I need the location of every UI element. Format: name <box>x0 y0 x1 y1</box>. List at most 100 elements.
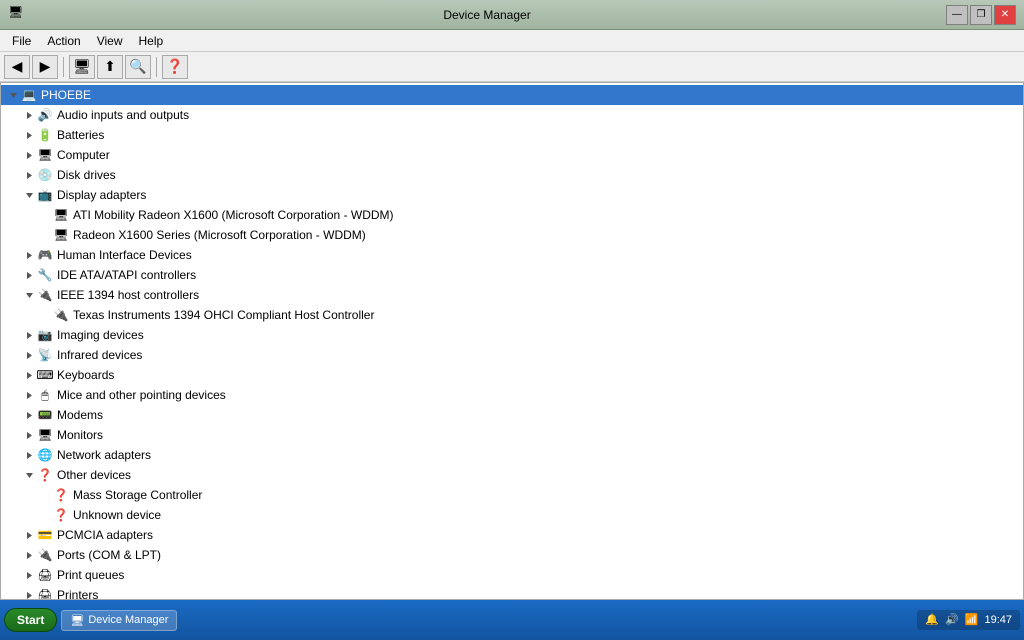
device-icon-monitors: 🖥 <box>37 427 53 443</box>
device-label-phoebe: PHOEBE <box>41 88 91 102</box>
device-icon-phoebe: 💻 <box>21 87 37 103</box>
device-icon-pcmcia: 💳 <box>37 527 53 543</box>
tree-item-pcmcia[interactable]: 💳 PCMCIA adapters <box>1 525 1023 545</box>
expand-btn-audio[interactable] <box>21 107 37 123</box>
device-icon-printq: 🖨 <box>37 567 53 583</box>
device-label-modems: Modems <box>57 408 103 422</box>
expand-btn-ide[interactable] <box>21 267 37 283</box>
expand-btn-hid[interactable] <box>21 247 37 263</box>
tree-item-monitors[interactable]: 🖥 Monitors <box>1 425 1023 445</box>
taskbar-app-devmgr[interactable]: 🖥 Device Manager <box>61 610 177 631</box>
tree-item-ide[interactable]: 🔧IDE ATA/ATAPI controllers <box>1 265 1023 285</box>
device-label-pcmcia: PCMCIA adapters <box>57 528 153 542</box>
tree-item-ports[interactable]: 🔌Ports (COM & LPT) <box>1 545 1023 565</box>
tree-item-hid[interactable]: 🎮Human Interface Devices <box>1 245 1023 265</box>
menu-view[interactable]: View <box>89 32 131 50</box>
device-icon-imaging: 📷 <box>37 327 53 343</box>
properties-button[interactable]: 🖥 <box>69 55 95 79</box>
device-label-unknown: Unknown device <box>73 508 161 522</box>
expand-btn-computer[interactable] <box>21 147 37 163</box>
title-bar: 🖥 Device Manager — ❐ ✕ <box>0 0 1024 30</box>
update-driver-button[interactable]: ⬆ <box>97 55 123 79</box>
taskbar-left: Start 🖥 Device Manager <box>4 608 177 632</box>
tree-item-mice[interactable]: 🖱Mice and other pointing devices <box>1 385 1023 405</box>
start-button[interactable]: Start <box>4 608 57 632</box>
expand-btn-other[interactable] <box>21 467 37 483</box>
window-controls: — ❐ ✕ <box>946 5 1016 25</box>
expand-btn-keyboards[interactable] <box>21 367 37 383</box>
title-text: Device Manager <box>28 8 946 22</box>
expand-btn-imaging[interactable] <box>21 327 37 343</box>
tree-item-texas[interactable]: 🔌Texas Instruments 1394 OHCI Compliant H… <box>1 305 1023 325</box>
tree-item-modems[interactable]: 📟Modems <box>1 405 1023 425</box>
tree-item-audio[interactable]: 🔊Audio inputs and outputs <box>1 105 1023 125</box>
tree-item-imaging[interactable]: 📷Imaging devices <box>1 325 1023 345</box>
device-icon-radeon: 🖥 <box>53 227 69 243</box>
expand-btn-ports[interactable] <box>21 547 37 563</box>
device-label-batteries: Batteries <box>57 128 104 142</box>
expand-btn-infrared[interactable] <box>21 347 37 363</box>
expand-btn-disk[interactable] <box>21 167 37 183</box>
expand-btn-display[interactable] <box>21 187 37 203</box>
tree-item-printq[interactable]: 🖨Print queues <box>1 565 1023 585</box>
minimize-button[interactable]: — <box>946 5 968 25</box>
device-label-monitors: Monitors <box>57 428 103 442</box>
device-icon-printers: 🖨 <box>37 587 53 600</box>
tree-item-other[interactable]: ❓Other devices <box>1 465 1023 485</box>
tree-item-ati[interactable]: 🖥ATI Mobility Radeon X1600 (Microsoft Co… <box>1 205 1023 225</box>
tree-item-computer[interactable]: 🖥Computer <box>1 145 1023 165</box>
device-label-ati: ATI Mobility Radeon X1600 (Microsoft Cor… <box>73 208 394 222</box>
device-icon-batteries: 🔋 <box>37 127 53 143</box>
tree-item-phoebe[interactable]: 💻 PHOEBE <box>1 85 1023 105</box>
tree-item-ieee[interactable]: 🔌IEEE 1394 host controllers <box>1 285 1023 305</box>
tree-item-display[interactable]: 📺Display adapters <box>1 185 1023 205</box>
expand-btn-printers[interactable] <box>21 587 37 600</box>
tray-icon-3: 📶 <box>965 613 979 626</box>
help-button[interactable]: ❓ <box>162 55 188 79</box>
menu-help[interactable]: Help <box>131 32 172 50</box>
expand-btn-phoebe[interactable] <box>5 87 21 103</box>
expand-btn-mice[interactable] <box>21 387 37 403</box>
toolbar-separator2 <box>156 57 157 77</box>
device-icon-disk: 💿 <box>37 167 53 183</box>
tree-item-mass[interactable]: ❓Mass Storage Controller <box>1 485 1023 505</box>
device-tree: 💻 PHOEBE 🔊Audio inputs and outputs 🔋 Batteri… <box>1 83 1023 600</box>
menu-bar: File Action View Help <box>0 30 1024 52</box>
tree-item-infrared[interactable]: 📡Infrared devices <box>1 345 1023 365</box>
device-icon-audio: 🔊 <box>37 107 53 123</box>
tree-item-network[interactable]: 🌐Network adapters <box>1 445 1023 465</box>
tree-item-unknown[interactable]: ❓Unknown device <box>1 505 1023 525</box>
app-label: Device Manager <box>88 614 168 626</box>
expand-btn-monitors[interactable] <box>21 427 37 443</box>
tree-item-keyboards[interactable]: ⌨Keyboards <box>1 365 1023 385</box>
device-label-ieee: IEEE 1394 host controllers <box>57 288 199 302</box>
device-icon-texas: 🔌 <box>53 307 69 323</box>
expand-btn-unknown <box>37 507 53 523</box>
expand-btn-pcmcia[interactable] <box>21 527 37 543</box>
expand-btn-texas <box>37 307 53 323</box>
tree-item-radeon[interactable]: 🖥 Radeon X1600 Series (Microsoft Corporat… <box>1 225 1023 245</box>
tree-item-printers[interactable]: 🖨Printers <box>1 585 1023 600</box>
menu-action[interactable]: Action <box>39 32 88 50</box>
expand-btn-printq[interactable] <box>21 567 37 583</box>
expand-btn-modems[interactable] <box>21 407 37 423</box>
device-icon-infrared: 📡 <box>37 347 53 363</box>
expand-btn-batteries[interactable] <box>21 127 37 143</box>
back-button[interactable]: ◀ <box>4 55 30 79</box>
expand-btn-network[interactable] <box>21 447 37 463</box>
close-button[interactable]: ✕ <box>994 5 1016 25</box>
scan-button[interactable]: 🔍 <box>125 55 151 79</box>
tree-item-disk[interactable]: 💿Disk drives <box>1 165 1023 185</box>
restore-button[interactable]: ❐ <box>970 5 992 25</box>
tray-icon-2: 🔊 <box>945 613 959 626</box>
expand-btn-ieee[interactable] <box>21 287 37 303</box>
forward-button[interactable]: ▶ <box>32 55 58 79</box>
device-label-radeon: Radeon X1600 Series (Microsoft Corporati… <box>73 228 366 242</box>
taskbar: Start 🖥 Device Manager 🔔 🔊 📶 19:47 <box>0 600 1024 640</box>
device-label-display: Display adapters <box>57 188 146 202</box>
tray-icon-1: 🔔 <box>925 613 939 626</box>
device-label-other: Other devices <box>57 468 131 482</box>
device-label-computer: Computer <box>57 148 110 162</box>
tree-item-batteries[interactable]: 🔋 Batteries <box>1 125 1023 145</box>
menu-file[interactable]: File <box>4 32 39 50</box>
